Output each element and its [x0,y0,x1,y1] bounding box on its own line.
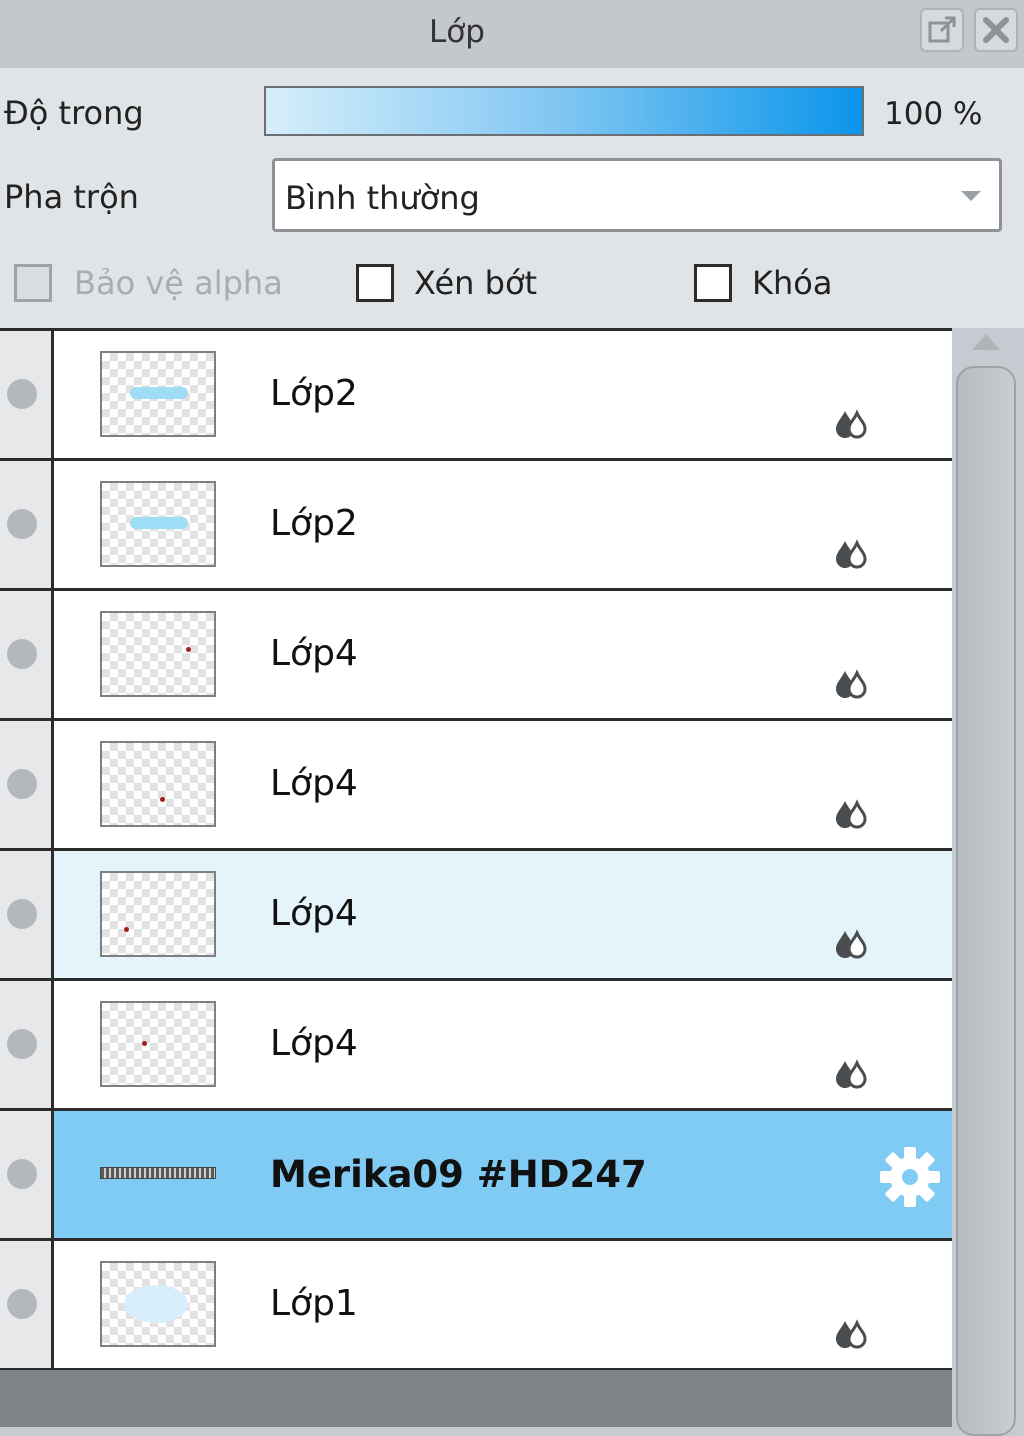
protect-alpha-label: Bảo vệ alpha [74,264,283,302]
visibility-toggle[interactable] [0,591,54,718]
visibility-icon [7,639,37,669]
ink-drops-icon[interactable] [834,669,868,703]
visibility-icon [7,899,37,929]
visibility-toggle[interactable] [0,721,54,848]
chevron-down-icon [961,191,981,201]
visibility-icon [7,509,37,539]
layer-name: Lớp4 [270,763,358,804]
clip-label: Xén bớt [414,264,538,302]
opacity-slider[interactable] [264,86,864,136]
visibility-toggle[interactable] [0,1111,54,1238]
ink-drops-icon[interactable] [834,539,868,573]
layer-row-content[interactable]: Merika09 #HD247 [54,1111,952,1238]
panel-title: Lớp [429,14,485,50]
layer-name: Lớp4 [270,1023,358,1064]
layer-thumbnail [100,481,216,567]
scrollbar-thumb[interactable] [956,366,1016,1436]
ink-drops-icon[interactable] [834,929,868,963]
layer-row[interactable]: Merika09 #HD247 [0,1111,952,1241]
layer-row[interactable]: Lớp4 [0,851,952,981]
layer-row[interactable]: Lớp2 [0,331,952,461]
blend-label: Pha trộn [4,178,139,216]
popout-button[interactable] [920,8,964,52]
layer-row[interactable]: Lớp4 [0,591,952,721]
protect-alpha-checkbox[interactable] [14,264,52,302]
visibility-toggle[interactable] [0,981,54,1108]
layer-row-content[interactable]: Lớp2 [54,461,952,588]
layer-row-content[interactable]: Lớp4 [54,981,952,1108]
visibility-icon [7,1289,37,1319]
popout-icon [928,16,956,43]
visibility-icon [7,379,37,409]
close-button[interactable] [974,8,1018,52]
layer-name: Lớp2 [270,503,358,544]
layer-row-content[interactable]: Lớp1 [54,1241,952,1368]
visibility-toggle[interactable] [0,1241,54,1368]
blend-mode-value: Bình thường [285,179,480,217]
visibility-toggle[interactable] [0,851,54,978]
layer-thumbnail [100,611,216,697]
layer-thumbnail [100,741,216,827]
opacity-label: Độ trong [4,94,144,132]
panel-titlebar: Lớp [0,0,1024,68]
gear-icon[interactable] [878,1145,942,1213]
visibility-icon [7,1029,37,1059]
blend-mode-select[interactable]: Bình thường [272,158,1002,232]
layer-thumbnail [100,1261,216,1347]
visibility-icon [7,769,37,799]
layer-row[interactable]: Lớp4 [0,981,952,1111]
layer-name: Merika09 #HD247 [270,1153,647,1196]
layer-name: Lớp2 [270,373,358,414]
visibility-toggle[interactable] [0,461,54,588]
opacity-value: 100 % [884,96,983,132]
ink-drops-icon[interactable] [834,1319,868,1353]
clip-checkbox[interactable] [356,264,394,302]
layer-row-content[interactable]: Lớp2 [54,331,952,458]
layer-row[interactable]: Lớp4 [0,721,952,851]
layer-thumbnail [100,1001,216,1087]
visibility-icon [7,1159,37,1189]
layer-name: Lớp4 [270,633,358,674]
layer-row[interactable]: Lớp2 [0,461,952,591]
layer-row-content[interactable]: Lớp4 [54,591,952,718]
layer-list: Lớp2 Lớp2 Lớp4 Lớp4 Lớp4 Lớp4 Merika09 #HD247 L… [0,328,952,1371]
visibility-toggle[interactable] [0,331,54,458]
layer-row-content[interactable]: Lớp4 [54,721,952,848]
lock-checkbox[interactable] [694,264,732,302]
layer-thumbnail [100,1167,216,1179]
ink-drops-icon[interactable] [834,1059,868,1093]
layer-row-content[interactable]: Lớp4 [54,851,952,978]
layer-name: Lớp4 [270,893,358,934]
layer-row[interactable]: Lớp1 [0,1241,952,1371]
layer-name: Lớp1 [270,1283,358,1324]
close-icon [983,17,1009,43]
scroll-up-icon[interactable] [972,334,1000,350]
layer-thumbnail [100,871,216,957]
layer-list-empty-area [0,1370,952,1427]
ink-drops-icon[interactable] [834,799,868,833]
ink-drops-icon[interactable] [834,409,868,443]
lock-label: Khóa [752,264,833,302]
layer-thumbnail [100,351,216,437]
